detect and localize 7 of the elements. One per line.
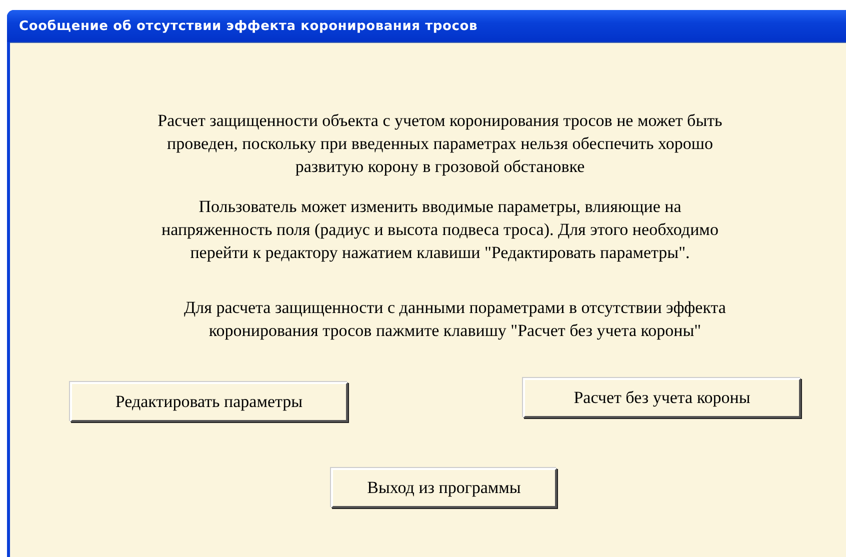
message-text: Для расчета защищенности с данными пораметрами в отсутствии эффекта коронирования тросов пажмите клавишу "Расчет без учета короны" (183, 297, 727, 342)
edit-parameters-button[interactable]: Редактировать параметры (70, 382, 348, 422)
message-text: Расчет защищенности объекта с учетом коронирования тросов не может быть проведен, поскольку при введенных параметрах нельзя обеспечить хорошо развитую корону в грозовой обстановке (156, 110, 724, 178)
exit-button[interactable]: Выход из программы (331, 468, 557, 508)
window-title: Сообщение об отсутствии эффекта коронирования тросов (19, 18, 478, 34)
calculate-button[interactable]: Расчет без учета короны (523, 378, 801, 418)
message-text: Пользователь может изменить вводимые параметры, влияющие на напряженность поля (радиус и высота подвеса троса). Для этого необходимо перейти к редактору нажатием клавиши "Редактировать параметры". (160, 196, 720, 264)
